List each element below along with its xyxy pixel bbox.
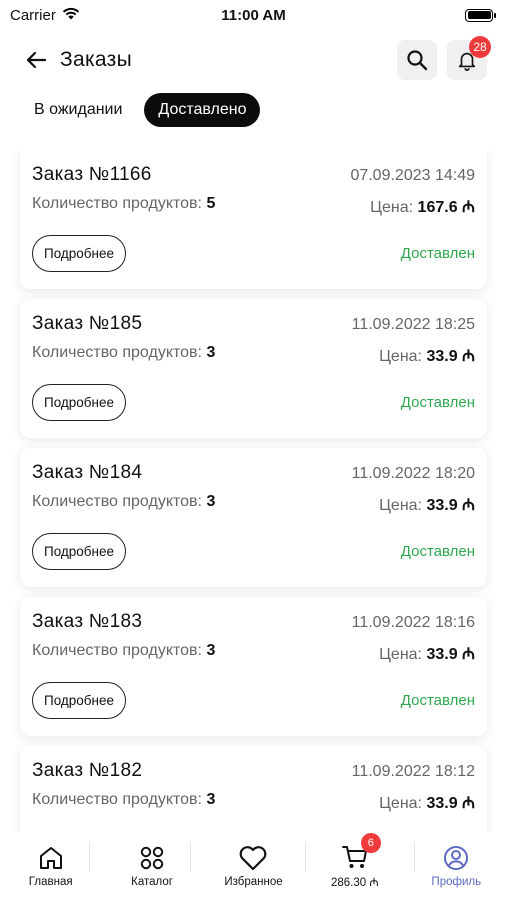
nav-home[interactable]: Главная (1, 844, 101, 888)
nav-home-label: Главная (28, 876, 73, 888)
nav-favorites[interactable]: Избранное (203, 844, 303, 888)
notifications-badge: 28 (469, 36, 491, 58)
nav-favorites-label: Избранное (224, 876, 283, 888)
status-left: Carrier (10, 7, 80, 24)
order-price: Цена: 33.9 ₼ (379, 348, 475, 365)
tab-pending[interactable]: В ожидании (20, 93, 136, 127)
details-button[interactable]: Подробнее (32, 533, 127, 570)
nav-catalog[interactable]: Каталог (102, 844, 202, 888)
order-price: Цена: 33.9 ₼ (379, 646, 475, 663)
order-title: Заказ №185 (32, 313, 143, 334)
products-count: Количество продуктов: 5 (32, 195, 216, 212)
order-title: Заказ №182 (32, 760, 143, 781)
carrier-label: Carrier (10, 6, 56, 24)
order-date: 11.09.2022 18:12 (351, 763, 475, 780)
order-status: Доставлен (400, 394, 475, 411)
order-date: 11.09.2022 18:20 (351, 465, 475, 482)
nav-divider (414, 842, 415, 872)
header-actions: 28 (397, 36, 491, 80)
order-status: Доставлен (400, 245, 475, 262)
profile-icon (444, 846, 469, 870)
orders-list[interactable]: Заказ №1166 07.09.2023 14:49 Количество … (0, 150, 507, 832)
wifi-icon (62, 7, 80, 24)
tab-delivered[interactable]: Доставлено (144, 93, 261, 127)
order-price: Цена: 33.9 ₼ (379, 497, 475, 514)
status-bar: Carrier 11:00 AM (0, 0, 507, 30)
cart-badge: 6 (360, 832, 381, 853)
bottom-nav: Главная Каталог Избранное 6 286.30 ₼ Про… (0, 832, 507, 900)
nav-cart[interactable]: 6 286.30 ₼ (305, 832, 405, 890)
order-title: Заказ №1166 (32, 164, 152, 185)
order-price: Цена: 167.6 ₼ (370, 199, 475, 216)
products-count: Количество продуктов: 3 (32, 344, 216, 361)
nav-divider (190, 842, 191, 872)
products-count: Количество продуктов: 3 (32, 791, 216, 808)
search-icon (407, 50, 428, 71)
page-title: Заказы (60, 48, 132, 71)
order-card: Заказ №182 11.09.2022 18:12 Количество п… (20, 746, 487, 832)
order-title: Заказ №183 (32, 611, 143, 632)
home-icon (39, 847, 62, 869)
order-title: Заказ №184 (32, 462, 143, 483)
back-button[interactable] (20, 44, 52, 76)
order-card: Заказ №184 11.09.2022 18:20 Количество п… (20, 448, 487, 587)
order-date: 11.09.2022 18:25 (351, 316, 475, 333)
order-status: Доставлен (400, 692, 475, 709)
header: Заказы 28 (0, 36, 507, 82)
arrow-left-icon (26, 51, 47, 69)
nav-divider (305, 842, 306, 872)
notifications-button[interactable]: 28 (447, 36, 491, 80)
nav-divider (89, 842, 90, 872)
order-card: Заказ №185 11.09.2022 18:25 Количество п… (20, 299, 487, 438)
nav-catalog-label: Каталог (131, 876, 173, 888)
order-date: 07.09.2023 14:49 (350, 167, 475, 184)
nav-profile-label: Профиль (431, 876, 482, 888)
nav-profile[interactable]: Профиль (406, 844, 506, 888)
battery-icon (465, 8, 496, 22)
order-date: 11.09.2022 18:16 (351, 614, 475, 631)
order-card: Заказ №183 11.09.2022 18:16 Количество п… (20, 597, 487, 736)
search-button[interactable] (397, 40, 437, 80)
products-count: Количество продуктов: 3 (32, 493, 216, 510)
order-card: Заказ №1166 07.09.2023 14:49 Количество … (20, 150, 487, 289)
order-status: Доставлен (400, 543, 475, 560)
products-count: Количество продуктов: 3 (32, 642, 216, 659)
catalog-icon (140, 846, 164, 870)
details-button[interactable]: Подробнее (32, 235, 127, 272)
order-tabs: В ожидании Доставлено (20, 93, 261, 127)
nav-cart-label: 286.30 ₼ (331, 876, 379, 889)
heart-icon (240, 846, 267, 871)
order-price: Цена: 33.9 ₼ (379, 795, 475, 812)
details-button[interactable]: Подробнее (32, 384, 127, 421)
details-button[interactable]: Подробнее (32, 682, 127, 719)
